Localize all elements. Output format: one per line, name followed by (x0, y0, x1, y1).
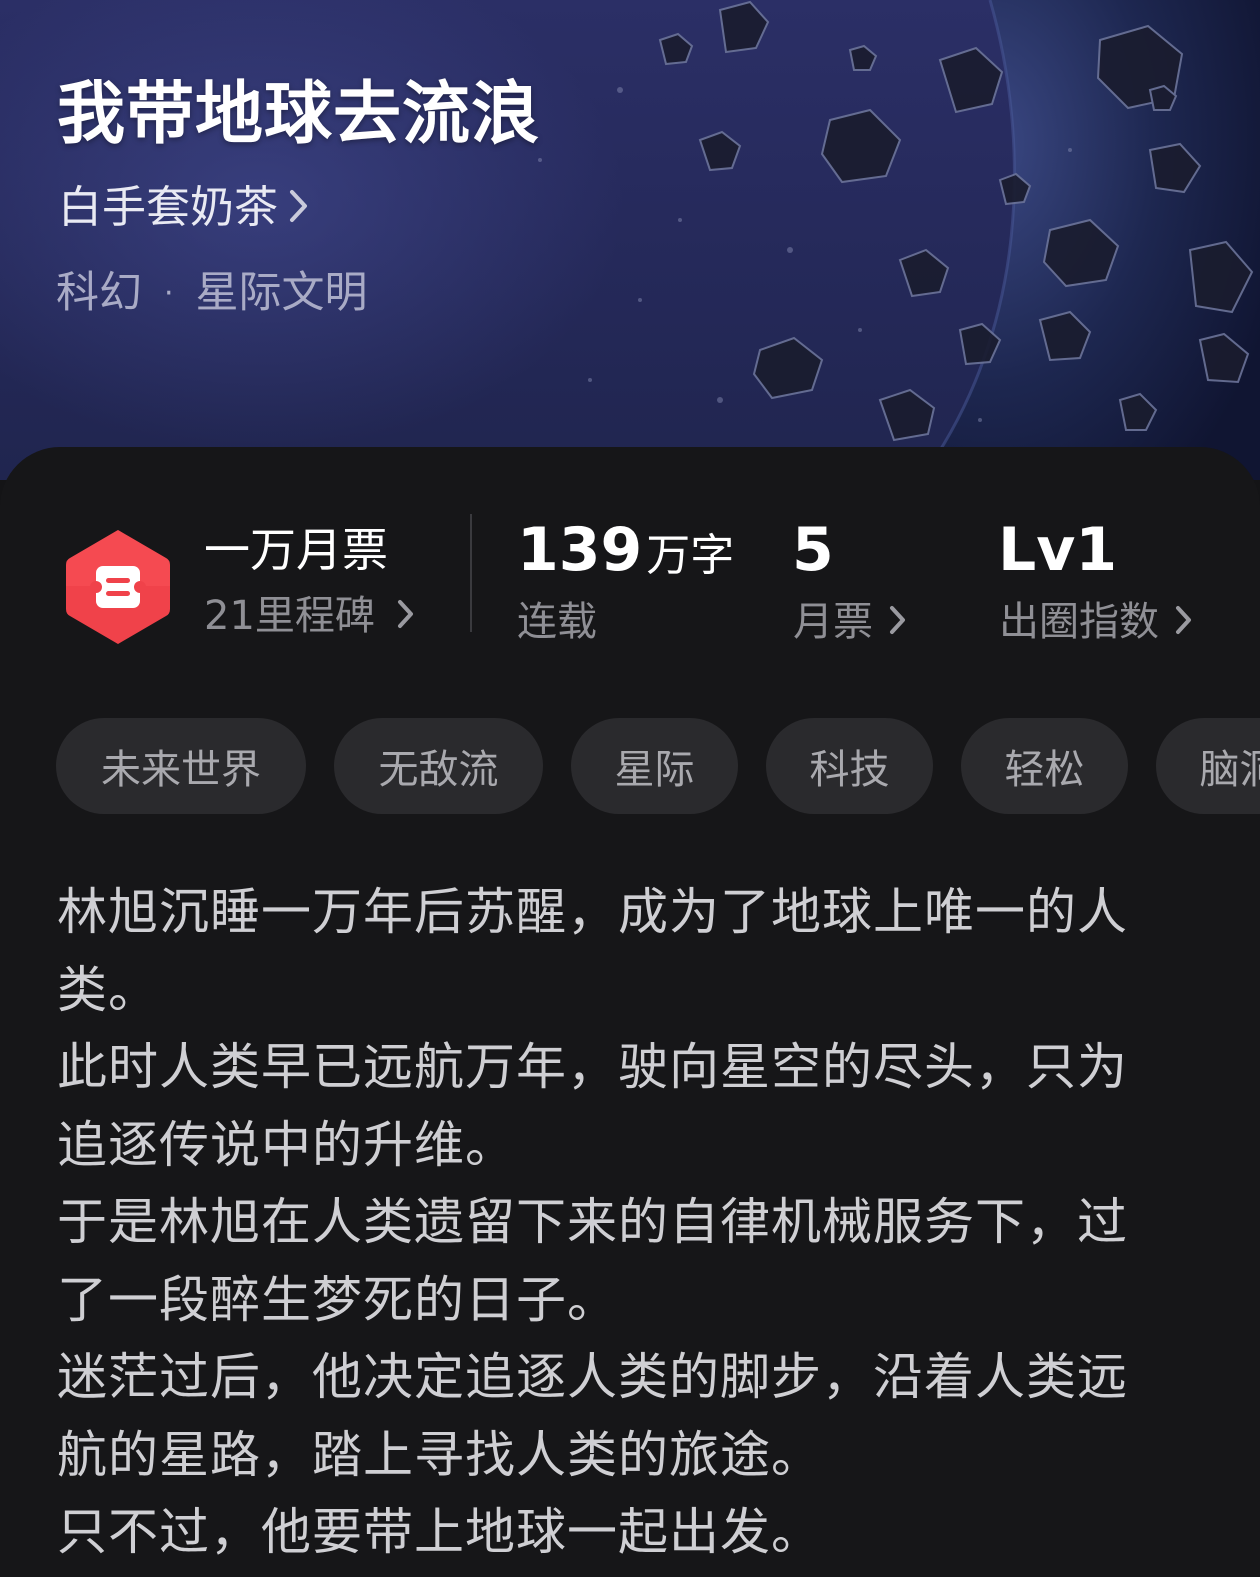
word-count-unit: 万字 (646, 530, 735, 581)
synopsis-paragraph: 此时人类早已远航万年，驶向星空的尽头，只为追逐传说中的升维。 (57, 1038, 1128, 1174)
genre-line: 科幻 · 星际文明 (56, 272, 368, 315)
milestone-link[interactable]: 21里程碑 (204, 596, 415, 636)
author-link[interactable]: 白手套奶茶 (58, 186, 310, 230)
tag-chip[interactable]: 科技 (766, 718, 933, 814)
synopsis-paragraph: 只不过，他要带上地球一起出发。 (57, 1503, 822, 1561)
book-title: 我带地球去流浪 (57, 74, 541, 154)
subgenre[interactable]: 星际文明 (196, 272, 368, 315)
synopsis-paragraph: 于是林旭在人类遗留下来的自律机械服务下，过了一段醉生梦死的日子。 (57, 1193, 1128, 1329)
author-name: 白手套奶茶 (58, 182, 278, 233)
chevron-right-icon (288, 188, 310, 228)
synopsis-paragraph: 迷茫过后，他决定追逐人类的脚步，沿着人类远航的星路，踏上寻找人类的旅途。 (57, 1348, 1128, 1484)
tag-chip[interactable]: 脑洞 (1156, 718, 1260, 814)
genre[interactable]: 科幻 (56, 272, 142, 315)
ticket-badge-icon (62, 526, 174, 652)
chevron-right-icon (1175, 602, 1193, 642)
word-count-value: 139 (517, 515, 643, 585)
synopsis: 林旭沉睡一万年后苏醒，成为了地球上唯一的人类。 此时人类早已远航万年，驶向星空的… (57, 874, 1177, 1572)
level-value: Lv1 (998, 515, 1118, 585)
chevron-right-icon (397, 596, 415, 636)
stats-divider (470, 514, 472, 632)
monthly-ticket-title: 一万月票 (204, 523, 388, 577)
synopsis-paragraph: 林旭沉睡一万年后苏醒，成为了地球上唯一的人类。 (57, 883, 1128, 1019)
genre-separator: · (164, 275, 174, 311)
status-label: 连载 (517, 599, 597, 645)
tag-list: 未来世界 无敌流 星际 科技 轻松 脑洞 (56, 718, 1260, 814)
hero-banner: 我带地球去流浪 白手套奶茶 科幻 · 星际文明 (0, 0, 1260, 480)
milestone-label: 21里程碑 (204, 593, 375, 639)
tickets-link[interactable]: 月票 (793, 602, 907, 642)
level-label: 出圈指数 (999, 599, 1159, 645)
tag-chip[interactable]: 未来世界 (56, 718, 306, 814)
level-link[interactable]: 出圈指数 (999, 602, 1193, 642)
tickets-label: 月票 (793, 599, 873, 645)
tickets-count: 5 (792, 515, 834, 585)
word-count: 139 万字 (517, 520, 734, 580)
chevron-right-icon (889, 602, 907, 642)
tag-chip[interactable]: 轻松 (961, 718, 1128, 814)
tag-chip[interactable]: 星际 (571, 718, 738, 814)
space-artwork (538, 0, 1260, 480)
tag-chip[interactable]: 无敌流 (334, 718, 543, 814)
